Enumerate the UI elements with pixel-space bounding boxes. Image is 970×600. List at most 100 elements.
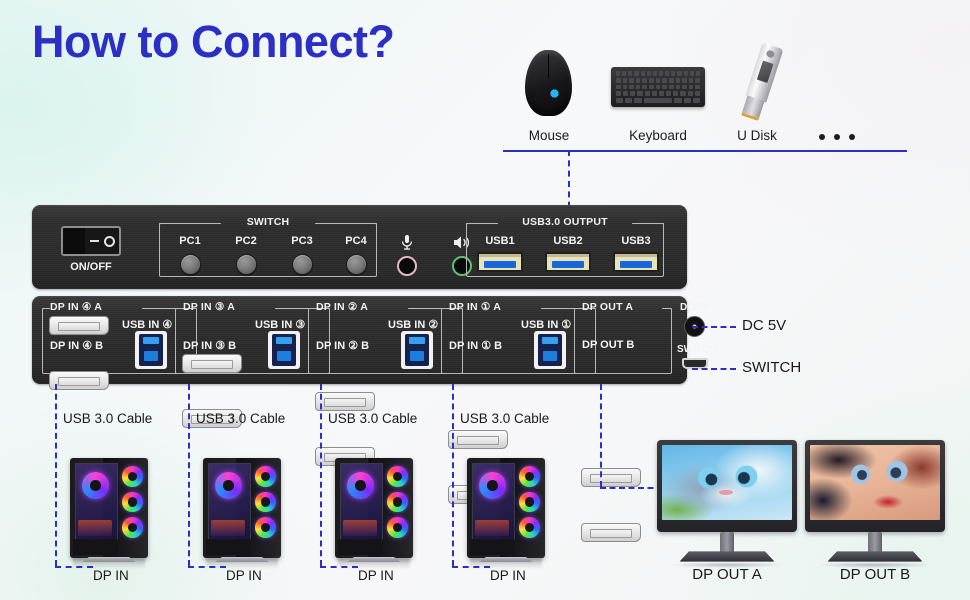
peripheral-bus-line xyxy=(503,150,907,152)
dc-port-label: DC/5V xyxy=(680,302,710,313)
kvm-bottom-panel: DP IN ④ A DP IN ④ B USB IN ④ DP IN ③ A D… xyxy=(32,296,716,542)
computer-label-4: DP IN xyxy=(93,568,129,583)
cat-artwork xyxy=(662,445,792,521)
switch-button-pc4[interactable] xyxy=(346,254,367,275)
dp-input-group-4-frame-top-left xyxy=(42,308,50,309)
dc-callout-label: DC 5V xyxy=(742,317,787,334)
monitor-a-screen xyxy=(662,445,792,521)
dp-output-group-title: DP OUT A xyxy=(582,301,634,313)
dp-out-a-port[interactable] xyxy=(581,468,641,487)
usb-output-frame-top-right xyxy=(632,223,664,224)
usb-in-2-label: USB IN ② xyxy=(388,319,439,331)
dp-in-2a-port[interactable] xyxy=(315,392,375,411)
dp-in-4b-label: DP IN ④ B xyxy=(50,340,104,352)
computer-tower-4 xyxy=(70,458,148,569)
switch-button-pc3[interactable] xyxy=(292,254,313,275)
switch-button-label-pc2: PC2 xyxy=(235,235,257,247)
dp-input-group-4-title: DP IN ④ A xyxy=(50,301,103,313)
switch-group-frame-top-right xyxy=(315,223,377,224)
usb-in-2-port[interactable] xyxy=(401,331,433,369)
usb-cable-line-1 xyxy=(452,384,454,566)
usb-output-group-title: USB3.0 OUTPUT xyxy=(522,216,608,228)
dp-input-group-3-title: DP IN ③ A xyxy=(183,301,236,313)
dp-in-3a-port[interactable] xyxy=(182,354,242,373)
microphone-icon xyxy=(401,235,413,250)
dp-output-frame-top-left xyxy=(574,308,580,309)
usb-cable-line-2 xyxy=(320,384,322,566)
switch-button-label-pc4: PC4 xyxy=(345,235,367,247)
dp-input-group-2-frame-top-left xyxy=(308,308,316,309)
dp-out-connector-vertical xyxy=(600,384,602,487)
dp-input-group-2-title: DP IN ② A xyxy=(316,301,369,313)
usb-in-4-label: USB IN ④ xyxy=(122,319,173,331)
computer-label-2: DP IN xyxy=(358,568,394,583)
computer-tower-3 xyxy=(203,458,281,569)
switch-port-label: SWITCH xyxy=(677,344,717,355)
diagram-canvas: How to Connect? Mouse Keyboard U Disk ON… xyxy=(0,0,970,600)
dp-input-group-1-frame-top-left xyxy=(441,308,449,309)
computer-label-1: DP IN xyxy=(490,568,526,583)
power-switch-label: ON/OFF xyxy=(70,261,112,273)
peripheral-label-keyboard: Keyboard xyxy=(629,128,687,143)
monitor-label-dp-out-b: DP OUT B xyxy=(839,566,911,583)
dp-out-connector-horizontal xyxy=(600,487,663,489)
dc-callout-line xyxy=(692,326,736,328)
peripheral-label-udisk: U Disk xyxy=(737,128,777,143)
usb-in-3-label: USB IN ③ xyxy=(255,319,306,331)
more-peripherals-indicator xyxy=(819,134,855,140)
usb-cable-label-3: USB 3.0 Cable xyxy=(196,411,286,426)
switch-group-title: SWITCH xyxy=(246,216,290,228)
monitor-label-dp-out-a: DP OUT A xyxy=(692,566,762,583)
dp-in-1b-label: DP IN ① B xyxy=(449,340,503,352)
monitor-b-screen xyxy=(810,445,940,521)
usb-cable-line-4 xyxy=(55,384,57,566)
computer-tower-1 xyxy=(467,458,545,569)
monitor-dp-out-b xyxy=(805,440,945,568)
switch-callout-label: SWITCH xyxy=(742,359,802,376)
switch-group-frame-top-left xyxy=(159,223,221,224)
usb-output-port-usb2[interactable] xyxy=(545,252,591,272)
switch-callout-line xyxy=(692,368,736,370)
switch-button-label-pc1: PC1 xyxy=(179,235,201,247)
switch-button-label-pc3: PC3 xyxy=(291,235,313,247)
usb-cable-label-2: USB 3.0 Cable xyxy=(328,411,418,426)
dp-in-4a-port[interactable] xyxy=(49,316,109,335)
usb-output-port-usb3[interactable] xyxy=(613,252,659,272)
dp-in-3b-label: DP IN ③ B xyxy=(183,340,237,352)
peripheral-label-mouse: Mouse xyxy=(528,128,570,143)
usb-port-label-usb1: USB1 xyxy=(485,235,515,247)
usb-output-port-usb1[interactable] xyxy=(477,252,523,272)
dp-input-group-1-title: DP IN ① A xyxy=(449,301,502,313)
power-rocker-icon[interactable] xyxy=(61,226,121,256)
usb-cable-line-3 xyxy=(188,384,190,566)
usb-in-4-port[interactable] xyxy=(135,331,167,369)
usb-in-3-port[interactable] xyxy=(268,331,300,369)
usb-output-frame-top-left xyxy=(466,223,498,224)
usb-port-label-usb2: USB2 xyxy=(553,235,583,247)
switch-button-pc1[interactable] xyxy=(180,254,201,275)
usb-port-label-usb3: USB3 xyxy=(621,235,651,247)
usb-flash-drive-icon xyxy=(728,39,794,127)
computer-label-3: DP IN xyxy=(226,568,262,583)
dp-output-frame-top-right xyxy=(662,308,672,309)
usb-in-1-label: USB IN ① xyxy=(521,319,572,331)
dp-out-b-label: DP OUT B xyxy=(582,339,635,351)
monitor-dp-out-a xyxy=(657,440,797,568)
usb-in-1-port[interactable] xyxy=(534,331,566,369)
switch-button-pc2[interactable] xyxy=(236,254,257,275)
dp-in-2b-label: DP IN ② B xyxy=(316,340,370,352)
dp-out-b-port[interactable] xyxy=(581,523,641,542)
dp-input-group-3-frame-top-left xyxy=(175,308,183,309)
usb-cable-label-1: USB 3.0 Cable xyxy=(460,411,550,426)
kvm-top-panel: ON/OFF SWITCH PC1 PC2 PC3 PC4 USB3.0 OUT… xyxy=(32,205,687,289)
computer-tower-2 xyxy=(335,458,413,569)
microphone-jack[interactable] xyxy=(397,256,417,276)
usb-cable-label-4: USB 3.0 Cable xyxy=(63,411,153,426)
mouse-icon xyxy=(525,50,572,116)
dp-in-1a-port[interactable] xyxy=(448,430,508,449)
page-title: How to Connect? xyxy=(32,16,395,67)
keyboard-icon xyxy=(611,67,705,107)
peripherals-section: Mouse Keyboard U Disk xyxy=(503,40,913,155)
anime-artwork xyxy=(810,445,940,521)
dp-in-4b-port[interactable] xyxy=(49,371,109,390)
